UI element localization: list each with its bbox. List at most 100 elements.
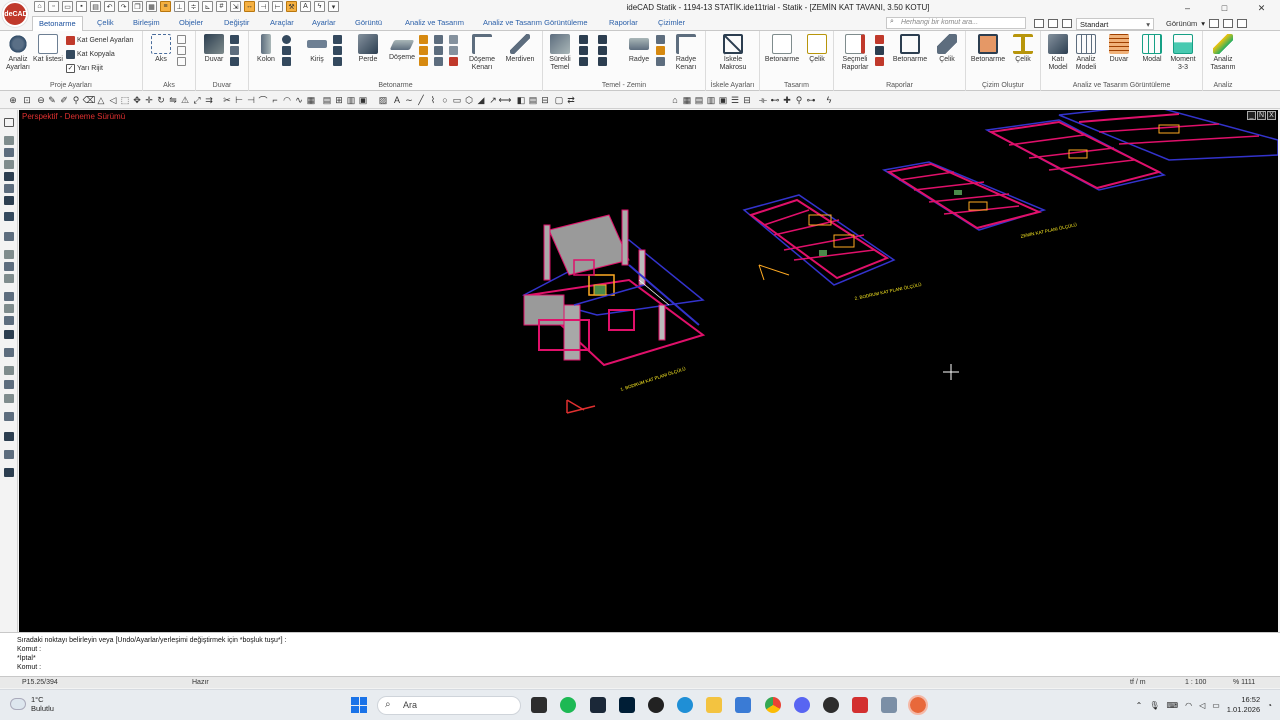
tasarim-celik-button[interactable]: Çelik: [802, 34, 832, 64]
acrobat-icon[interactable]: [852, 697, 868, 713]
foundation-icon[interactable]: [4, 196, 14, 205]
pdf-icon[interactable]: [875, 35, 884, 44]
measure-view-icon[interactable]: ⚲: [794, 95, 804, 105]
spotify-icon[interactable]: [560, 697, 576, 713]
zoom-in-icon[interactable]: ⊕: [8, 95, 18, 105]
doseme-button[interactable]: Döşeme: [387, 34, 417, 62]
mirror-icon[interactable]: ⇋: [168, 95, 178, 105]
command-line[interactable]: Sıradaki noktayı belirleyin veya [Undo/A…: [0, 632, 1280, 676]
storey-icon[interactable]: ▦: [682, 95, 692, 105]
tab-cizimler[interactable]: Çizimler: [658, 18, 685, 27]
moment-button[interactable]: Moment 3-3: [1168, 34, 1198, 72]
slab-table-icon[interactable]: [419, 46, 428, 55]
tie-beam-icon[interactable]: [579, 46, 588, 55]
floor-icon[interactable]: ⊟: [742, 95, 752, 105]
tab-raporlar[interactable]: Raporlar: [609, 18, 638, 27]
railing-icon[interactable]: [4, 274, 14, 283]
section-cut-icon[interactable]: [4, 366, 14, 375]
tab-ayarlar[interactable]: Ayarlar: [312, 18, 336, 27]
kolon-button[interactable]: Kolon: [251, 34, 281, 64]
kiris-button[interactable]: Kiriş: [302, 34, 332, 64]
line-icon[interactable]: ╱: [416, 95, 426, 105]
volume-icon[interactable]: ◁: [1199, 701, 1205, 710]
duvar-button[interactable]: Duvar: [199, 34, 229, 64]
kat-listesi-button[interactable]: Kat listesi: [33, 34, 63, 64]
tasarim-betonarme-button[interactable]: Betonarme: [764, 34, 800, 64]
chevron-up-icon[interactable]: ⌃: [1136, 701, 1143, 710]
zoom-readout[interactable]: % 1111: [1233, 679, 1255, 686]
brush-icon[interactable]: ⚲: [71, 95, 81, 105]
dimension-icon[interactable]: ◢: [476, 95, 486, 105]
recorder-icon[interactable]: [908, 695, 928, 715]
fillet-icon[interactable]: ⌒: [258, 95, 268, 106]
arc-icon[interactable]: ◠: [282, 95, 292, 105]
task-view-icon[interactable]: [531, 697, 547, 713]
edge-icon[interactable]: [677, 697, 693, 713]
dimension-icon[interactable]: [4, 348, 14, 357]
select-icon[interactable]: [4, 118, 14, 127]
maximize-button[interactable]: □: [1206, 0, 1243, 16]
curve-icon[interactable]: ∿: [294, 95, 304, 105]
trim-icon[interactable]: ✂: [222, 95, 232, 105]
measure-icon[interactable]: ⟷: [499, 95, 512, 105]
break-icon[interactable]: ⊣: [246, 95, 256, 105]
tab-birlesim[interactable]: Birleşim: [133, 18, 160, 27]
slab-grid-icon[interactable]: [419, 35, 428, 44]
foundation-beam-icon[interactable]: [598, 46, 607, 55]
plan-view-icon[interactable]: ▣: [718, 95, 728, 105]
kati-model-button[interactable]: Katı Model: [1043, 34, 1073, 72]
kat-kopyala-button[interactable]: Kat Kopyala: [66, 50, 115, 59]
weather-widget[interactable]: 1°C Bulutlu: [10, 695, 54, 713]
detail-icon[interactable]: [4, 394, 14, 403]
lightning-icon[interactable]: ϟ: [824, 95, 834, 105]
aks-button[interactable]: Aks: [146, 34, 176, 64]
start-button[interactable]: [351, 697, 367, 713]
slab-delete-icon[interactable]: [449, 57, 458, 66]
analiz-modeli-button[interactable]: Analiz Modeli: [1071, 34, 1101, 72]
slab-merge-icon[interactable]: [449, 46, 458, 55]
axis-view-icon[interactable]: ⟛: [758, 95, 768, 105]
github-icon[interactable]: [823, 697, 839, 713]
tab-analiz-goruntuleme[interactable]: Analiz ve Tasarım Görüntüleme: [483, 18, 588, 27]
drawing-canvas[interactable]: Perspektif - Deneme Sürümü _ N X 1. BODR…: [19, 110, 1278, 632]
tab-goruntu[interactable]: Görüntü: [355, 18, 382, 27]
view-menu[interactable]: Görünüm: [1166, 19, 1197, 28]
building-icon[interactable]: ⌂: [670, 95, 680, 105]
yari-rijit-checkbox[interactable]: ✓ Yarı Rijit: [66, 64, 103, 73]
rotate-icon[interactable]: ↻: [156, 95, 166, 105]
notification-icon[interactable]: ◔: [1267, 701, 1272, 710]
image-icon[interactable]: ▨: [378, 95, 388, 105]
refresh-icon[interactable]: [177, 46, 186, 55]
spline-icon[interactable]: ∼: [404, 95, 414, 105]
language-icon[interactable]: ⌨: [1167, 701, 1179, 710]
taskbar-search[interactable]: ⌕ Ara: [377, 696, 521, 715]
view-icon[interactable]: ▢: [554, 95, 564, 105]
merdiven-button[interactable]: Merdiven: [505, 34, 535, 64]
kat-genel-ayarlari-button[interactable]: Kat Genel Ayarları: [66, 36, 134, 45]
symbol-icon[interactable]: [4, 330, 14, 339]
extend-icon[interactable]: ⊢: [234, 95, 244, 105]
match-icon[interactable]: ⊟: [540, 95, 550, 105]
round-column-icon[interactable]: [282, 35, 291, 44]
opening-icon[interactable]: [4, 184, 14, 193]
pile-icon[interactable]: [598, 35, 607, 44]
footing-icon[interactable]: [579, 35, 588, 44]
rapor-celik-button[interactable]: Çelik: [932, 34, 962, 64]
table-icon[interactable]: ▤: [322, 95, 332, 105]
properties-icon[interactable]: ▤: [528, 95, 538, 105]
layer-manager-icon[interactable]: [1034, 19, 1044, 28]
pin-icon[interactable]: ✚: [782, 95, 792, 105]
line-icon[interactable]: [177, 57, 186, 66]
scale-readout[interactable]: 1 : 100: [1185, 679, 1206, 686]
leader-icon[interactable]: ↗: [488, 95, 498, 105]
lasso-icon[interactable]: ◁: [108, 95, 118, 105]
command-search-input[interactable]: ⌕ Herhangi bir komut ara...: [886, 17, 1026, 29]
triangle-icon[interactable]: △: [96, 95, 106, 105]
grid-icon[interactable]: ⊞: [334, 95, 344, 105]
elevation-icon[interactable]: [4, 380, 14, 389]
tab-betonarme[interactable]: Betonarme: [32, 16, 83, 31]
tab-celik[interactable]: Çelik: [97, 18, 114, 27]
wifi-icon[interactable]: ◠: [1185, 701, 1192, 710]
pen-icon[interactable]: ✎: [47, 95, 57, 105]
chrome-icon[interactable]: [765, 697, 781, 713]
